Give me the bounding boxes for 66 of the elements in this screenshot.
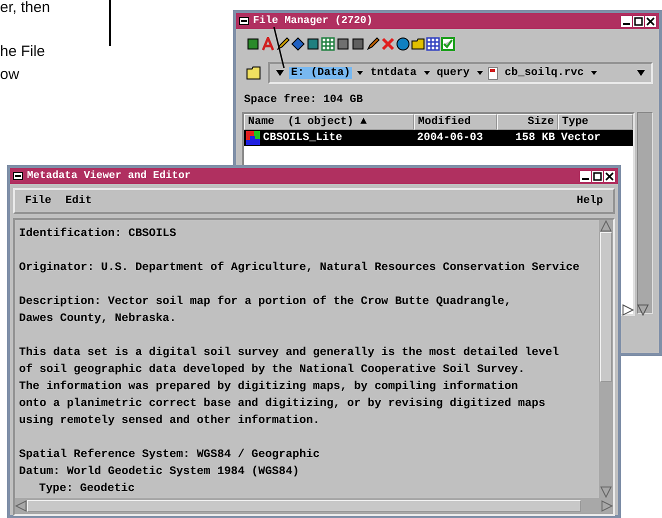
scroll-thumb[interactable] [27,500,581,512]
close-icon[interactable] [645,16,656,26]
table-cell-text: Vector [560,132,602,144]
check-icon[interactable] [441,37,455,51]
body-text: he File [0,42,46,62]
minimize-icon[interactable] [621,16,632,26]
metadata-line: Identification: CBSOILS [19,226,178,242]
table-cell-text: 158 KB [514,132,556,144]
metadata-line: Dawes County, Nebraska. [19,312,178,327]
puzzle-icon [246,131,260,145]
window-title: File Manager (2720) [253,15,373,27]
pencil-icon[interactable] [366,37,380,51]
file-name: CBSOILS_Lite [263,132,342,144]
metadata-line: of soil geographic data developed by the National Cooperative Soil Survey. [19,362,526,378]
window-title: Metadata Viewer and Editor [27,170,191,182]
path-segment[interactable]: query [434,67,472,79]
caret-icon[interactable] [276,70,284,76]
body-text: ow [0,65,20,85]
column-header[interactable]: Type [558,114,633,130]
metadata-line: The information was prepared by digitizing maps, by compiling information [19,380,519,395]
metadata-line: Description: Vector soil map for a portion of the Crow Butte Quadrangle, [19,294,512,310]
space-free-label: Space free: 104 GB [244,94,364,106]
folder-icon[interactable] [246,66,262,80]
menu-item[interactable]: File [25,195,52,207]
scroll-thumb[interactable] [600,232,612,382]
grid-icon[interactable] [426,37,440,51]
leader-line [273,26,285,68]
file-row[interactable]: CBSOILS_Lite 2004-06-03 158 KB Vector [244,130,633,146]
column-header[interactable]: Size [497,114,558,130]
minimize-icon[interactable] [580,170,591,182]
scroll-arrows-icon[interactable] [621,303,651,317]
pencil-icon[interactable] [276,37,290,51]
folder-icon[interactable] [411,37,425,51]
metadata-line: onto a planimetric correct base and digitizing, or by revising digitized maps [19,396,546,412]
metadata-line: Datum: World Geodetic System 1984 (WGS84) [19,464,300,480]
caret-icon[interactable] [476,71,483,75]
menu-item[interactable]: Edit [65,195,92,207]
caret-icon[interactable] [424,71,430,75]
metadata-line: Type: Geodetic [38,482,136,497]
metadata-line: This data set is a digital soil survey and generally is the most detailed level [19,346,560,361]
body-text: er, then [0,0,50,18]
vertical-scrollbar[interactable] [637,112,653,314]
column-header[interactable]: Modified [414,114,497,130]
caret-icon[interactable] [590,71,597,75]
caret-icon[interactable] [357,71,364,75]
grid-icon[interactable] [321,37,335,51]
metadata-line: Spatial Reference System: WGS84 / Geographic [19,448,321,463]
metadata-line: Originator: U.S. Department of Agriculture, Natural Resources Conservation Service [19,260,581,276]
menu-item[interactable]: Help [576,195,603,207]
horizontal-scrollbar[interactable] [15,498,613,514]
column-header[interactable]: Name (1 object) ▲ [244,114,414,130]
close-icon[interactable] [604,170,615,182]
file-icon [488,66,498,80]
diamond-icon[interactable] [291,37,305,51]
metadata-line: using remotely sensed and other information. [19,414,321,429]
path-segment[interactable]: E: (Data) [289,67,352,79]
maximize-icon[interactable] [633,16,644,26]
window-menu-icon[interactable] [239,17,249,25]
maximize-icon[interactable] [592,170,603,182]
path-field[interactable]: E: (Data) tntdata query cb_soilq.rvc [268,62,653,84]
path-segment[interactable]: tntdata [368,67,419,79]
vertical-scrollbar[interactable] [599,220,613,498]
table-cell-text: 2004-06-03 [416,132,484,144]
path-segment[interactable]: cb_soilq.rvc [502,67,586,79]
window-menu-icon[interactable] [13,172,23,180]
dropdown-caret-icon[interactable] [637,70,645,76]
